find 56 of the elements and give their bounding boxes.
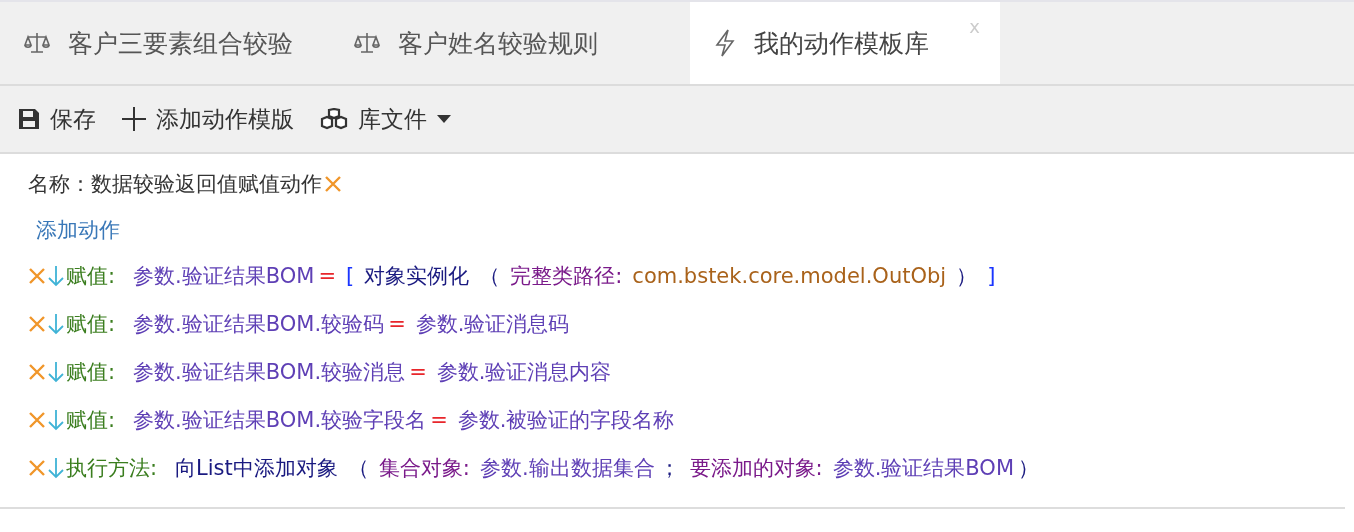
cubes-icon [320,108,348,130]
delete-icon[interactable] [28,363,46,381]
arrow-down-icon[interactable] [48,313,64,335]
equals-sign[interactable]: = [409,360,427,384]
template-name: 数据较验返回值赋值动作 [91,171,322,198]
field-label: 名称： [28,171,91,198]
variable-text[interactable]: 参数.验证结果BOM [832,454,1014,482]
toolbar-button[interactable]: 库文件 [320,99,451,139]
arrow-down-icon[interactable] [48,457,64,479]
equals-sign[interactable]: = [430,408,448,432]
parenthesis[interactable]: （ [479,262,501,290]
equals-sign[interactable]: = [388,312,406,336]
variable-text[interactable]: 参数.验证结果BOM.较验码 [133,310,385,338]
parenthesis[interactable]: ） [1018,454,1039,482]
tab[interactable]: 客户三要素组合较验 [0,2,330,84]
delete-icon[interactable] [324,175,342,193]
variable-text[interactable]: 参数.输出数据集合 [479,454,655,482]
scale-icon [354,30,380,56]
parameter-name[interactable]: 集合对象: [378,454,470,482]
method-name[interactable]: 向List中添加对象 [175,454,338,482]
parenthesis[interactable]: （ [347,454,369,482]
scale-icon [24,30,50,56]
parameter-name[interactable]: 完整类路径: [510,262,623,290]
arrow-down-icon[interactable] [48,361,64,383]
variable-text[interactable]: 参数.验证结果BOM.较验字段名 [133,406,427,434]
plus-icon [122,107,146,131]
arrow-down-icon[interactable] [48,409,64,431]
parameter-name[interactable]: 要添加的对象: [689,454,823,482]
variable-text[interactable]: 参数.验证结果BOM.较验消息 [133,358,406,386]
action-label: 赋值: [66,263,116,290]
method-name[interactable]: 对象实例化 [364,262,470,290]
action-label: 赋值: [66,359,116,386]
delete-icon[interactable] [28,315,46,333]
add-action-link[interactable]: 添加动作 [36,216,120,244]
toolbar-button[interactable]: 添加动作模版 [122,99,294,139]
lightning-icon [714,29,736,57]
parenthesis[interactable]: ） [956,262,978,290]
action-label: 赋值: [66,407,116,434]
bracket[interactable]: [ [346,264,355,288]
variable-text[interactable]: 参数.验证结果BOM [133,262,315,290]
parenthesis[interactable]: ； [658,454,680,482]
equals-sign[interactable]: = [318,264,337,288]
action-label: 赋值: [66,311,116,338]
tab[interactable]: 客户姓名较验规则 [330,2,690,84]
bracket[interactable]: ] [987,264,996,288]
delete-icon[interactable] [28,459,46,477]
variable-text[interactable]: 参数.验证消息内容 [436,358,612,386]
variable-text[interactable]: 参数.验证消息码 [415,310,570,338]
arrow-down-icon[interactable] [48,265,64,287]
action-label: 执行方法: [66,455,158,482]
save-icon [18,108,40,130]
variable-text[interactable]: 参数.被验证的字段名称 [457,406,675,434]
toolbar-button[interactable]: 保存 [18,99,96,139]
delete-icon[interactable] [28,267,46,285]
delete-icon[interactable] [28,411,46,429]
parameter-value[interactable]: com.bstek.core.model.OutObj [632,264,947,288]
